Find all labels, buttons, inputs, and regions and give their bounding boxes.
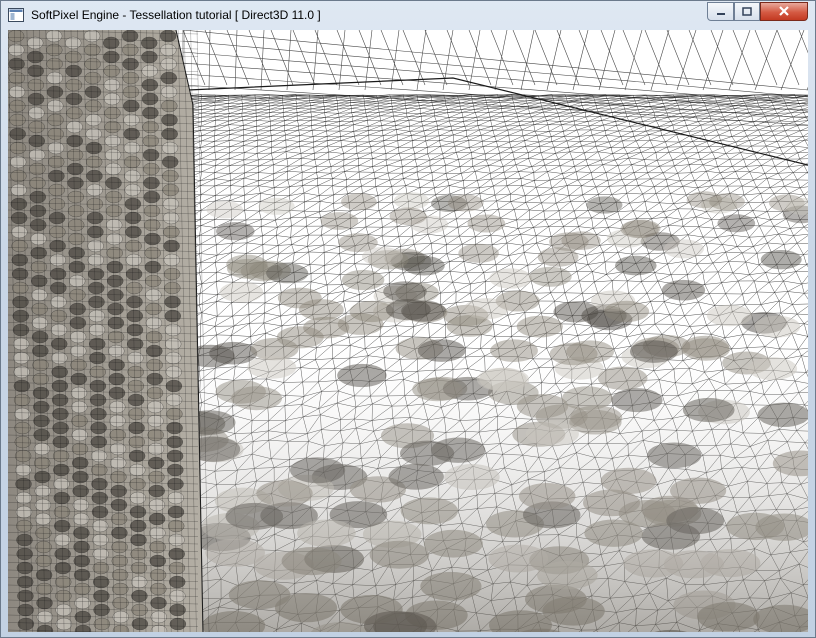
minimize-button[interactable] [707,2,734,21]
left-wall-mesh [8,30,210,632]
close-button[interactable] [760,2,808,21]
title-bar[interactable]: SoftPixel Engine - Tessellation tutorial… [1,1,815,30]
window-title: SoftPixel Engine - Tessellation tutorial… [31,8,321,22]
maximize-icon [742,3,752,21]
floor-mesh [172,77,808,632]
app-icon[interactable] [8,8,24,22]
maximize-button[interactable] [734,2,760,21]
wireframe-scene [8,30,808,632]
render-viewport[interactable] [8,30,808,632]
app-window: SoftPixel Engine - Tessellation tutorial… [0,0,816,638]
minimize-icon [716,3,726,21]
close-icon [778,3,790,21]
